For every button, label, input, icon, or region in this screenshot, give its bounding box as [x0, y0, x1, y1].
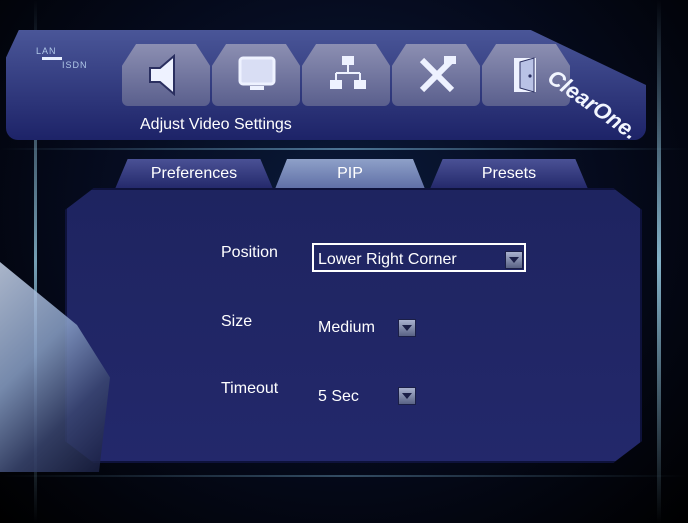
position-label: Position	[221, 244, 278, 261]
page-title: Adjust Video Settings	[140, 116, 292, 133]
timeout-label: Timeout	[221, 380, 279, 397]
lan-label: LAN	[36, 46, 57, 56]
tools-icon	[419, 56, 456, 93]
tab-pip[interactable]: PIP	[275, 159, 425, 189]
isdn-label: ISDN	[62, 60, 88, 70]
tab-presets[interactable]: Presets	[430, 159, 588, 189]
tab-pip-label: PIP	[337, 165, 363, 182]
tab-presets-label: Presets	[481, 165, 537, 182]
horizontal-light-line	[0, 148, 688, 150]
bottom-light-line	[0, 475, 688, 477]
tab-preferences-label: Preferences	[150, 165, 238, 182]
size-value: Medium	[318, 319, 375, 336]
audio-settings-button[interactable]	[122, 44, 210, 106]
right-light-beam	[657, 0, 661, 523]
timeout-dropdown-arrow-icon[interactable]	[398, 387, 416, 405]
size-label: Size	[221, 313, 253, 330]
monitor-icon	[238, 56, 276, 90]
size-dropdown-arrow-icon[interactable]	[398, 319, 416, 337]
video-settings-button[interactable]	[212, 44, 300, 106]
timeout-value: 5 Sec	[318, 388, 359, 405]
speaker-icon	[149, 54, 175, 96]
network-icon	[330, 56, 366, 89]
network-settings-button[interactable]	[302, 44, 390, 106]
lan-indicator	[42, 57, 62, 60]
position-value: Lower Right Corner	[318, 251, 457, 268]
tab-preferences[interactable]: Preferences	[115, 159, 273, 189]
video-settings-screen: LAN ISDN ClearOne. Adjust Video Settings…	[0, 0, 688, 523]
exit-door-icon	[514, 57, 536, 93]
position-dropdown-arrow-icon[interactable]	[505, 251, 523, 269]
tools-settings-button[interactable]	[392, 44, 480, 106]
